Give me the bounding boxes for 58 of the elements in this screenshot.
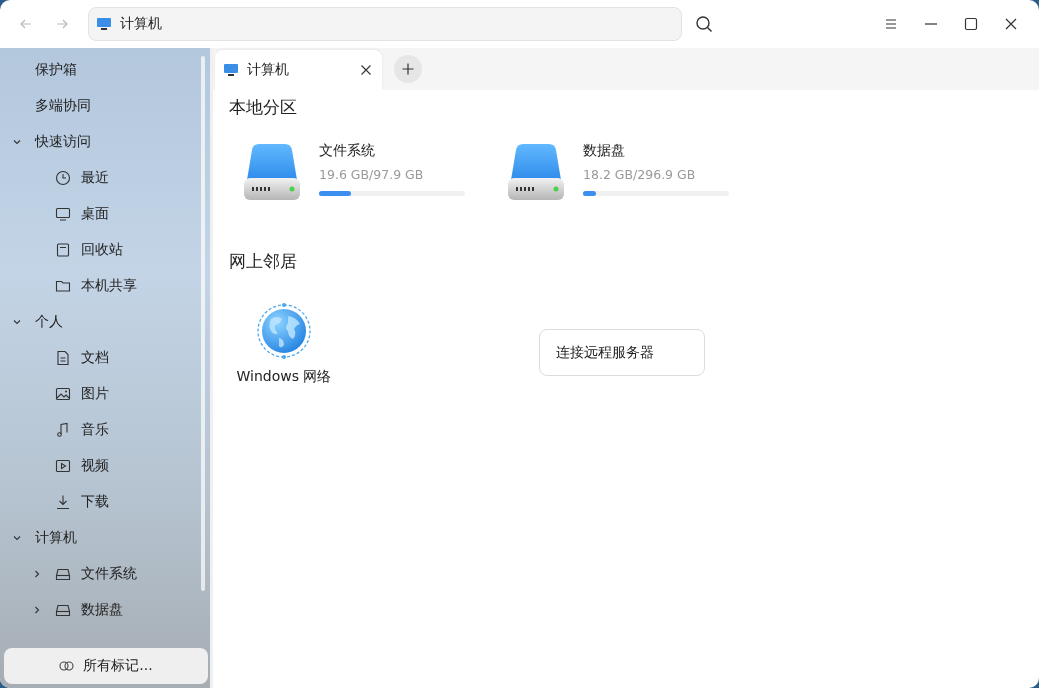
drive-name: 数据盘 [583,142,626,160]
chevron-down-icon [12,533,22,543]
new-tab-button[interactable] [394,55,422,83]
all-tags-button[interactable]: 所有标记... [4,648,208,684]
section-heading: 网上邻居 [229,250,298,273]
clock-icon [55,170,71,186]
chevron-right-icon[interactable] [32,569,42,579]
drive-icon [55,566,71,582]
sidebar-item[interactable]: 保护箱 [0,52,210,88]
sidebar-item[interactable]: 多端协同 [0,88,210,124]
search-icon[interactable] [695,15,713,33]
chevron-right-icon[interactable] [32,605,42,615]
sidebar-item[interactable]: 图片 [0,376,210,412]
maximize-icon[interactable] [964,17,978,31]
sidebar-group[interactable]: 计算机 [0,520,210,556]
sidebar-item[interactable]: 文件系统 [0,556,210,592]
monitor-icon [96,17,112,31]
sidebar-item[interactable]: 本机共享 [0,268,210,304]
tag-icon [59,661,76,671]
sidebar-item[interactable]: 回收站 [0,232,210,268]
close-icon[interactable] [360,64,372,76]
image-icon [55,386,71,402]
video-icon [55,458,71,474]
address-text: 计算机 [120,15,162,33]
network-item[interactable]: Windows 网络 [229,302,339,386]
sidebar-group[interactable]: 个人 [0,304,210,340]
section-heading: 本地分区 [229,96,298,119]
sidebar-item[interactable]: 视频 [0,448,210,484]
sidebar-item[interactable]: 音乐 [0,412,210,448]
monitor-icon [55,206,71,222]
trash-icon [55,242,71,258]
sidebar-group[interactable]: 快速访问 [0,124,210,160]
address-field[interactable]: 计算机 [88,7,682,41]
drive-icon [55,602,71,618]
download-icon [55,494,71,510]
sidebar-item[interactable]: 文档 [0,340,210,376]
menu-icon[interactable] [884,17,898,31]
sidebar-item[interactable]: 数据盘 [0,592,210,628]
globe-icon [255,302,313,360]
chevron-down-icon [12,137,22,147]
drive-usage: 19.6 GB/97.9 GB [319,167,425,184]
connect-server-button[interactable]: 连接远程服务器 [539,329,705,376]
forward-arrow-icon [56,18,68,30]
drive-usage: 18.2 GB/296.9 GB [583,167,697,184]
sidebar-item[interactable]: 最近 [0,160,210,196]
music-icon [55,422,71,438]
monitor-icon [223,63,239,77]
folder-icon [55,278,71,294]
sidebar-item[interactable]: 桌面 [0,196,210,232]
back-arrow-icon [20,18,32,30]
tab-label: 计算机 [247,61,290,79]
close-icon[interactable] [1004,17,1018,31]
doc-icon [55,350,71,366]
tab[interactable]: 计算机 [215,50,382,90]
drive-name: 文件系统 [319,142,376,160]
sidebar-item[interactable]: 下载 [0,484,210,520]
plus-icon [402,63,414,75]
chevron-down-icon [12,317,22,327]
